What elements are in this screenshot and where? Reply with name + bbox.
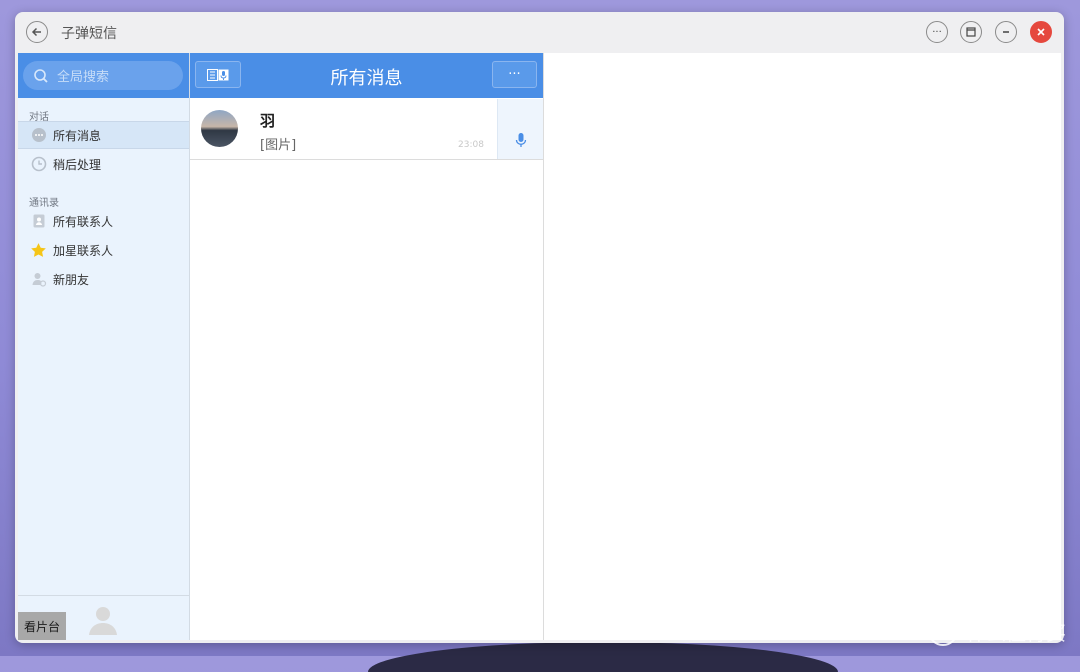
titlebar: 子弹短信 ··· <box>15 12 1064 52</box>
sidebar-item-label: 新朋友 <box>53 272 90 287</box>
message-preview: [图片] <box>260 138 297 153</box>
sidebar-item-label: 所有联系人 <box>53 214 114 229</box>
contact-name: 羽 <box>260 112 276 130</box>
conversation-item[interactable]: 羽 [图片] 23:08 <box>190 99 543 160</box>
sidebar-search-bar: 全局搜索 <box>18 53 189 98</box>
window-menu-button[interactable]: ··· <box>926 21 948 43</box>
sidebar: 全局搜索 对话 所有消息 稍后处理 通讯录 所有联系人 加星联系人 新朋友 看片… <box>18 53 190 640</box>
message-detail-pane <box>544 53 1061 640</box>
back-arrow-icon <box>31 27 41 37</box>
user-placeholder-icon <box>89 607 117 635</box>
maximize-icon <box>966 27 976 37</box>
more-options-button[interactable]: ··· <box>492 61 537 88</box>
search-placeholder: 全局搜索 <box>57 70 110 85</box>
maximize-button[interactable] <box>960 21 982 43</box>
watermark-text: 什么值得买 <box>966 620 1066 645</box>
sidebar-item-new-friends[interactable]: 新朋友 <box>18 265 189 293</box>
content-area: 全局搜索 对话 所有消息 稍后处理 通讯录 所有联系人 加星联系人 新朋友 看片… <box>18 53 1061 640</box>
sidebar-item-all-contacts[interactable]: 所有联系人 <box>18 207 189 235</box>
star-icon <box>30 242 47 259</box>
address-book-icon <box>30 213 47 230</box>
footer-label[interactable]: 看片台 <box>18 612 66 640</box>
sidebar-item-all-messages[interactable]: 所有消息 <box>18 121 189 149</box>
search-icon <box>33 68 49 84</box>
sidebar-item-starred-contacts[interactable]: 加星联系人 <box>18 236 189 264</box>
more-icon: ··· <box>932 26 942 38</box>
desktop-wallpaper-mountain <box>368 642 838 672</box>
microphone-icon <box>515 133 526 147</box>
app-window: 子弹短信 ··· 全局搜索 对话 所有消息 稍后处理 通讯录 所有联系人 加星联… <box>15 12 1064 643</box>
close-button[interactable] <box>1030 21 1052 43</box>
close-icon <box>1037 28 1045 36</box>
sidebar-item-label: 所有消息 <box>53 128 102 143</box>
watermark: 値 什么值得买 <box>928 616 1066 646</box>
sidebar-item-later[interactable]: 稍后处理 <box>18 150 189 178</box>
more-icon: ··· <box>508 67 521 82</box>
watermark-logo-icon: 値 <box>928 616 958 646</box>
list-header: 所有消息 ··· <box>190 53 543 98</box>
voice-reply-button[interactable] <box>497 99 543 159</box>
global-search-input[interactable]: 全局搜索 <box>23 61 183 90</box>
sidebar-item-label: 加星联系人 <box>53 243 114 258</box>
sidebar-footer: 看片台 <box>18 595 189 640</box>
list-title: 所有消息 <box>330 68 403 89</box>
conversation-list-pane: 所有消息 ··· 羽 [图片] 23:08 <box>190 53 544 640</box>
chat-bubble-icon <box>30 127 47 144</box>
user-avatar[interactable] <box>86 602 120 636</box>
back-button[interactable] <box>26 21 48 43</box>
minimize-icon <box>1003 31 1009 33</box>
contact-avatar <box>201 110 238 147</box>
message-time: 23:08 <box>458 140 484 150</box>
app-title: 子弹短信 <box>61 26 117 42</box>
add-user-icon <box>30 271 47 288</box>
clock-icon <box>30 156 47 173</box>
minimize-button[interactable] <box>995 21 1017 43</box>
sidebar-item-label: 稍后处理 <box>53 157 102 172</box>
